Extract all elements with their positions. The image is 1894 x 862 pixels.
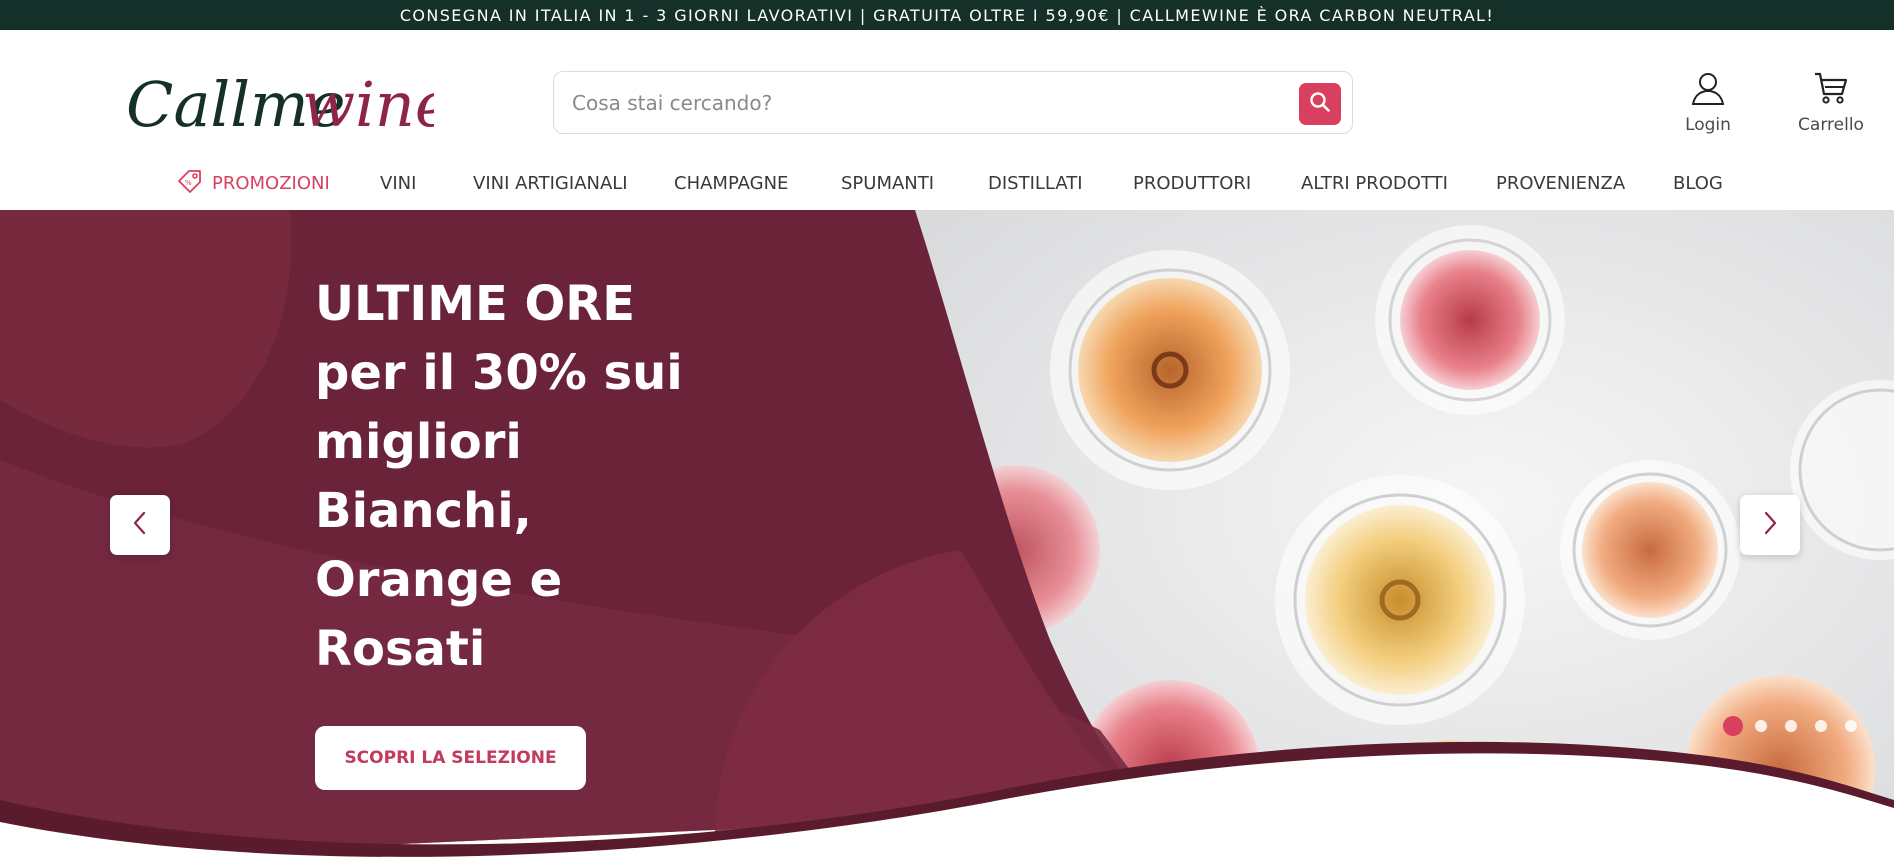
carousel-next-button[interactable] <box>1740 495 1800 555</box>
carousel-dot[interactable] <box>1815 720 1827 732</box>
hero-title-line: ULTIME ORE <box>315 276 636 332</box>
login-label: Login <box>1685 115 1731 135</box>
chevron-right-icon <box>1762 510 1778 541</box>
hero-title-line: Orange e <box>315 552 563 608</box>
nav-label-champagne: CHAMPAGNE <box>674 172 789 194</box>
carousel-dot[interactable] <box>1845 720 1857 732</box>
logo-text-wine: wine <box>302 68 434 141</box>
nav-item-vini-artigianali[interactable]: VINI ARTIGIANALI <box>473 165 628 201</box>
nav-item-spumanti[interactable]: SPUMANTI <box>841 165 934 201</box>
carousel-pagination <box>1723 716 1875 736</box>
tag-icon: % <box>176 168 212 199</box>
nav-item-promozioni[interactable]: % PROMOZIONI <box>176 165 330 201</box>
nav-item-blog[interactable]: BLOG <box>1673 165 1723 201</box>
announcement-text: CONSEGNA IN ITALIA IN 1 - 3 GIORNI LAVOR… <box>399 5 1495 25</box>
nav-item-produttori[interactable]: PRODUTTORI <box>1133 165 1251 201</box>
cart-button[interactable]: Carrello <box>1781 70 1881 140</box>
carousel-dot[interactable] <box>1723 716 1743 736</box>
search-input[interactable] <box>572 82 1252 124</box>
callmewine-logo[interactable]: Callme wine <box>124 58 452 148</box>
hero-banner-image <box>0 210 1894 862</box>
main-navigation: % PROMOZIONI VINI VINI ARTIGIANALI CHAMP… <box>0 165 1894 207</box>
nav-label-promozioni: PROMOZIONI <box>212 172 330 194</box>
hero-title-line: per il 30% sui <box>315 345 683 401</box>
user-icon <box>1690 70 1726 111</box>
login-button[interactable]: Login <box>1658 70 1758 140</box>
chevron-left-icon <box>132 510 148 541</box>
nav-label-vini-artigianali: VINI ARTIGIANALI <box>473 172 628 194</box>
svg-text:%: % <box>185 179 192 187</box>
carousel-dot[interactable] <box>1785 720 1797 732</box>
nav-item-provenienza[interactable]: PROVENIENZA <box>1496 165 1625 201</box>
carousel-prev-button[interactable] <box>110 495 170 555</box>
hero-title: ULTIME ORE per il 30% sui migliori Bianc… <box>315 270 735 684</box>
nav-label-altri-prodotti: ALTRI PRODOTTI <box>1301 172 1448 194</box>
nav-item-altri-prodotti[interactable]: ALTRI PRODOTTI <box>1301 165 1448 201</box>
carousel-dot[interactable] <box>1755 720 1767 732</box>
nav-item-distillati[interactable]: DISTILLATI <box>988 165 1083 201</box>
cart-icon <box>1813 70 1849 111</box>
search-button[interactable] <box>1299 83 1341 125</box>
nav-label-spumanti: SPUMANTI <box>841 172 935 194</box>
nav-item-vini[interactable]: VINI <box>380 165 416 201</box>
nav-label-distillati: DISTILLATI <box>988 172 1083 194</box>
search-bar <box>553 71 1353 134</box>
nav-label-blog: BLOG <box>1673 172 1723 194</box>
hero-title-line: migliori <box>315 414 522 470</box>
nav-label-produttori: PRODUTTORI <box>1133 172 1252 194</box>
cart-label: Carrello <box>1798 115 1864 135</box>
shipping-announcement-bar: CONSEGNA IN ITALIA IN 1 - 3 GIORNI LAVOR… <box>0 0 1894 30</box>
nav-label-vini: VINI <box>380 172 417 194</box>
cta-label: SCOPRI LA SELEZIONE <box>344 748 557 768</box>
hero-title-line: Rosati <box>315 621 486 677</box>
hero-title-line: Bianchi, <box>315 483 532 539</box>
search-icon <box>1309 91 1331 118</box>
hero-carousel: ULTIME ORE per il 30% sui migliori Bianc… <box>0 210 1894 862</box>
nav-label-provenienza: PROVENIENZA <box>1496 172 1626 194</box>
nav-item-champagne[interactable]: CHAMPAGNE <box>674 165 788 201</box>
scopri-selezione-button[interactable]: SCOPRI LA SELEZIONE <box>315 726 586 790</box>
